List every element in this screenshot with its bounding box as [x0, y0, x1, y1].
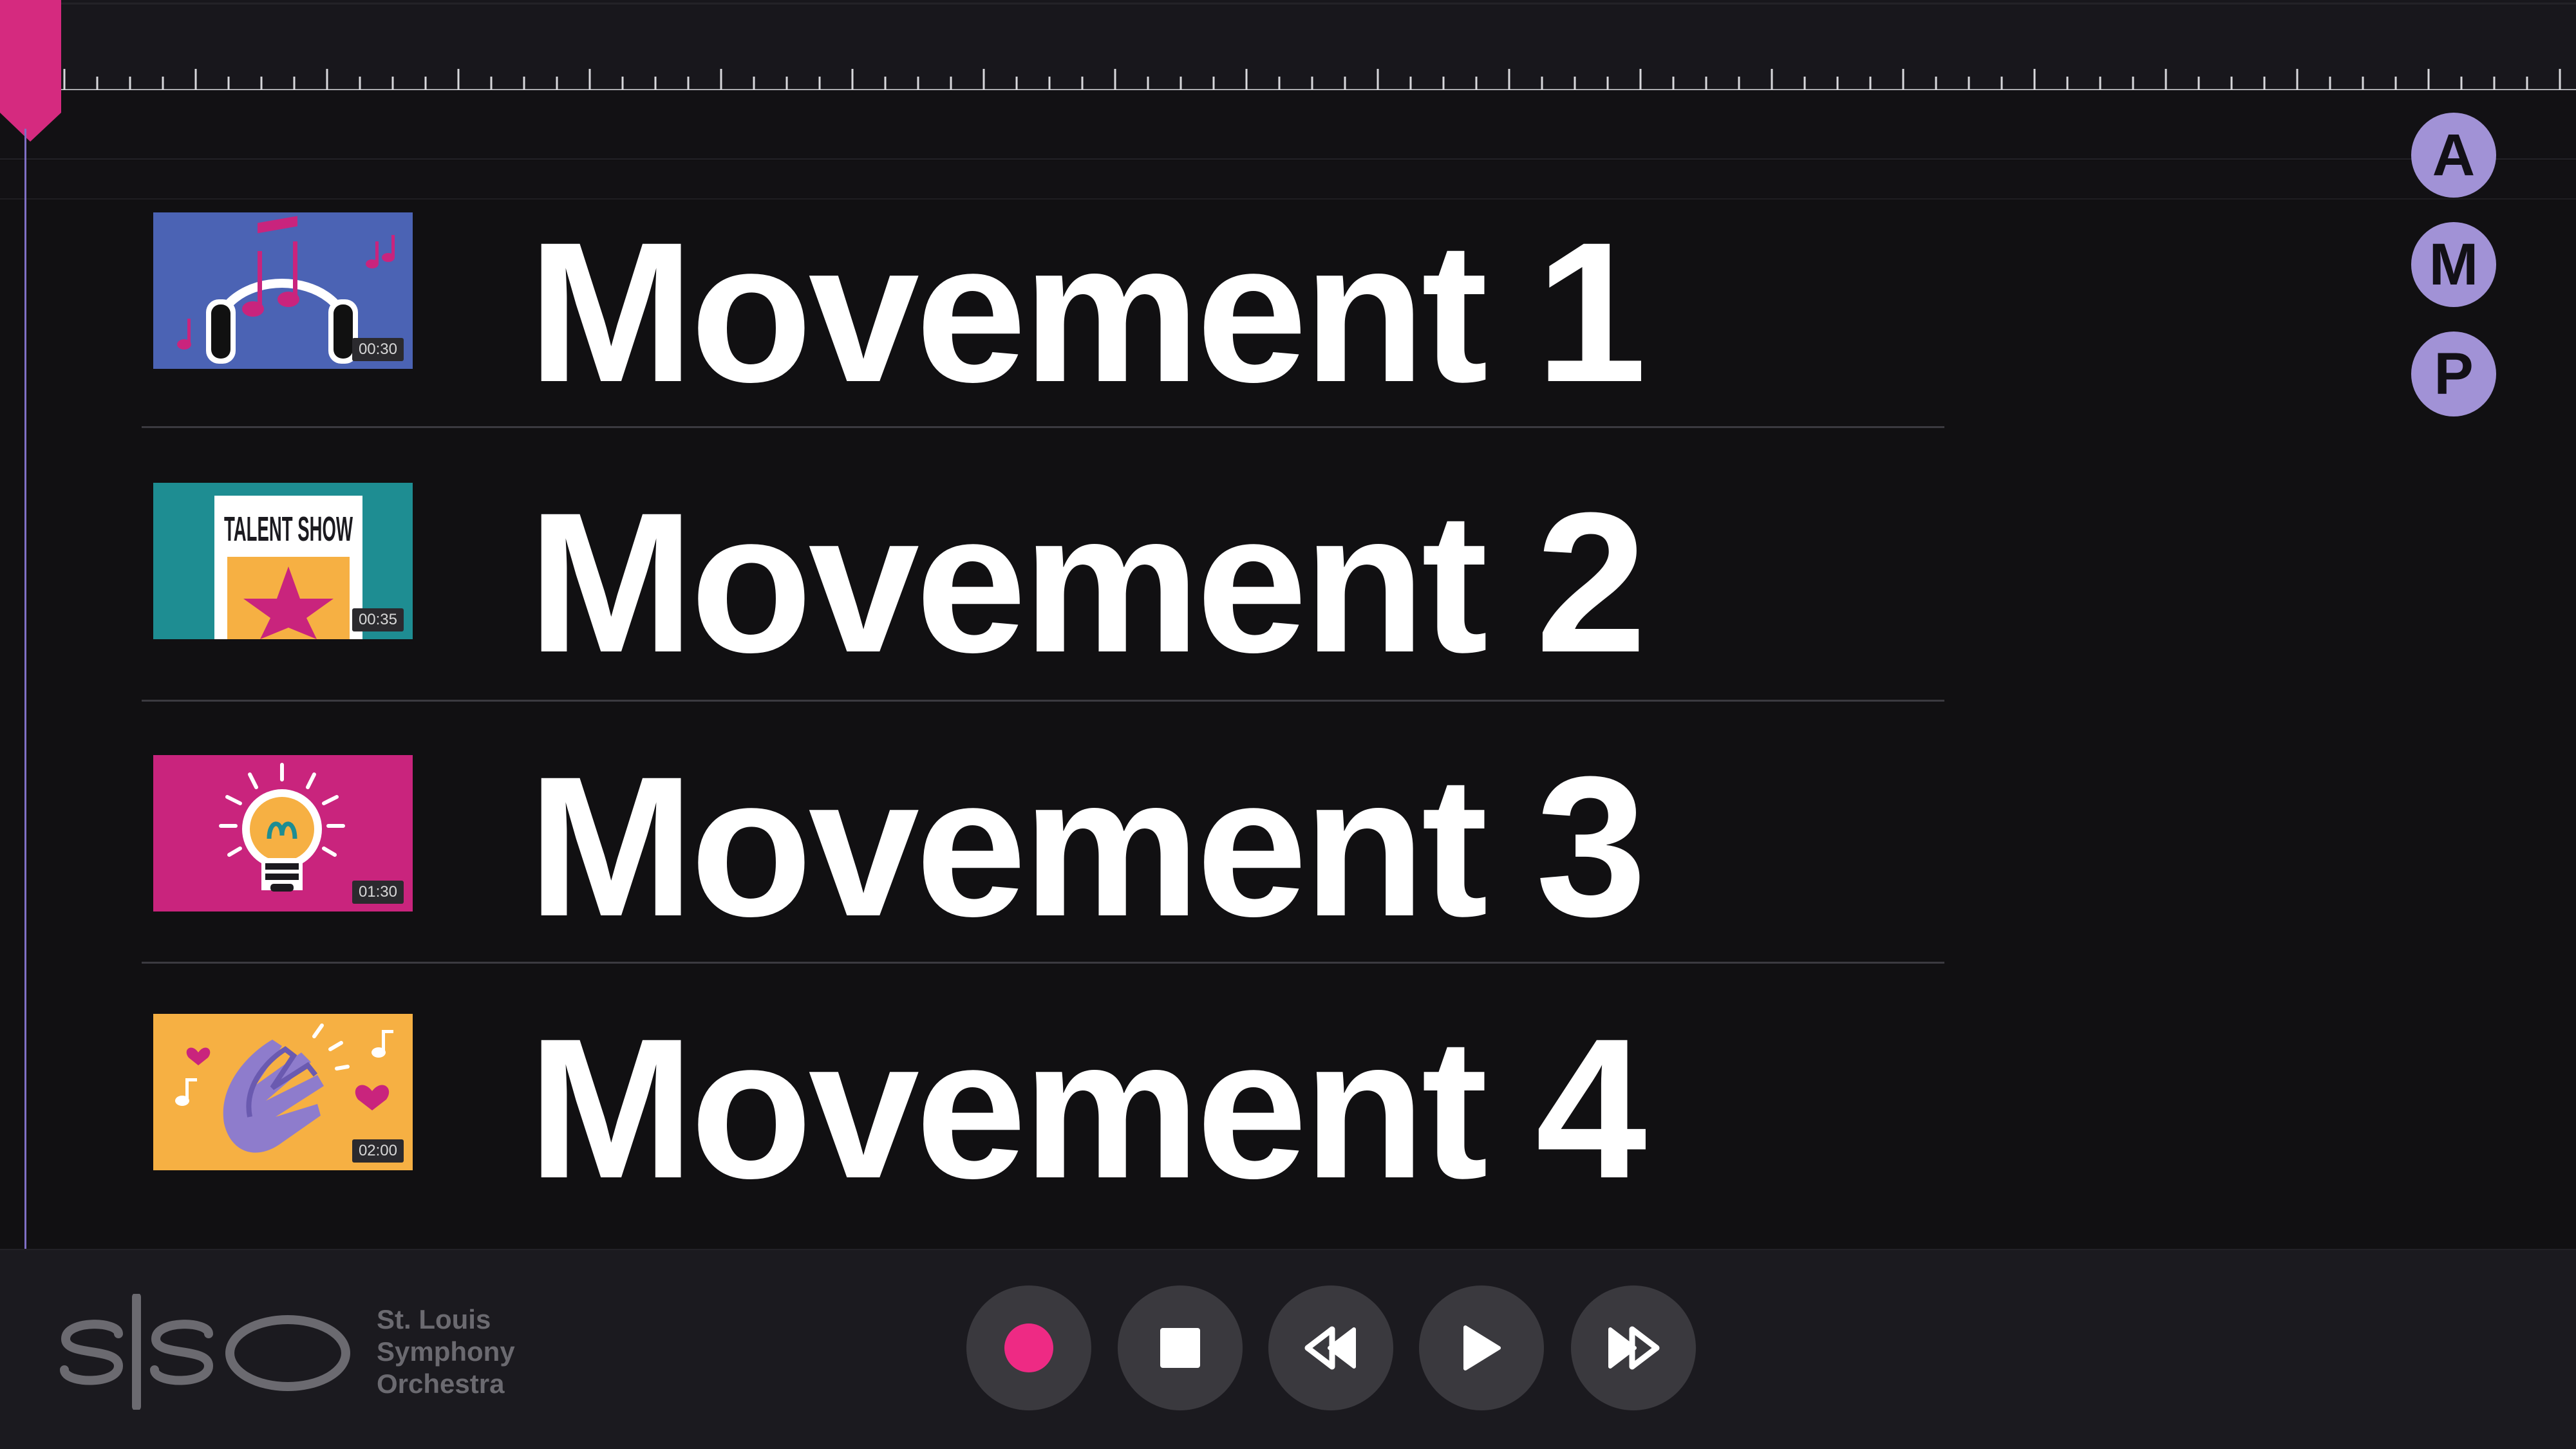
- movement-title-2: Movement 2: [528, 471, 1647, 694]
- amp-badge-a[interactable]: A: [2411, 113, 2496, 198]
- movement-row-1[interactable]: 00:30 Movement 1: [142, 206, 1944, 428]
- play-icon: [1463, 1325, 1501, 1370]
- logo-text: St. Louis Symphony Orchestra: [377, 1304, 515, 1400]
- logo-line-1: St. Louis: [377, 1304, 491, 1334]
- movement-title-4: Movement 4: [528, 996, 1647, 1220]
- record-icon: [1004, 1323, 1053, 1372]
- movement-thumbnail-2[interactable]: TALENT SHOW 00:35: [153, 483, 413, 639]
- duration-badge-1: 00:30: [352, 338, 404, 361]
- logo-line-3: Orchestra: [377, 1369, 505, 1399]
- duration-badge-3: 01:30: [352, 881, 404, 904]
- timeline-ruler[interactable]: [0, 0, 2576, 91]
- movement-row-3[interactable]: 01:30 Movement 3: [142, 702, 1944, 964]
- movement-title-1: Movement 1: [528, 200, 1647, 424]
- rewind-button[interactable]: [1268, 1285, 1393, 1410]
- fast-forward-button[interactable]: [1571, 1285, 1696, 1410]
- ruler-ticks: [58, 69, 2576, 91]
- timeline-track-area-secondary: [0, 161, 2576, 200]
- movement-row-2[interactable]: TALENT SHOW 00:35 Movement 2: [142, 428, 1944, 702]
- rewind-icon: [1304, 1326, 1356, 1370]
- talent-show-text: TALENT SHOW: [224, 510, 353, 548]
- timeline-track-area: [0, 90, 2576, 160]
- duration-badge-2: 00:35: [352, 608, 404, 631]
- playhead-line: [24, 129, 26, 1249]
- movement-title-3: Movement 3: [528, 734, 1647, 958]
- movement-thumbnail-3[interactable]: 01:30: [153, 755, 413, 911]
- stop-icon: [1160, 1328, 1200, 1368]
- playhead-marker[interactable]: [0, 0, 61, 142]
- record-button[interactable]: [966, 1285, 1091, 1410]
- amp-badge-m[interactable]: M: [2411, 222, 2496, 307]
- movement-thumbnail-4[interactable]: 02:00: [153, 1014, 413, 1170]
- stop-button[interactable]: [1118, 1285, 1243, 1410]
- duration-badge-4: 02:00: [352, 1139, 404, 1163]
- play-button[interactable]: [1419, 1285, 1544, 1410]
- amp-badge-p[interactable]: P: [2411, 332, 2496, 416]
- svg-text:slso: slso: [59, 1294, 78, 1296]
- movement-row-4[interactable]: 02:00 Movement 4: [142, 964, 1944, 1234]
- fast-forward-icon: [1608, 1326, 1660, 1370]
- slso-logo-icon: slso: [59, 1294, 350, 1410]
- movement-thumbnail-1[interactable]: 00:30: [153, 212, 413, 369]
- ruler-top-line: [0, 3, 2576, 5]
- logo-line-2: Symphony: [377, 1336, 515, 1367]
